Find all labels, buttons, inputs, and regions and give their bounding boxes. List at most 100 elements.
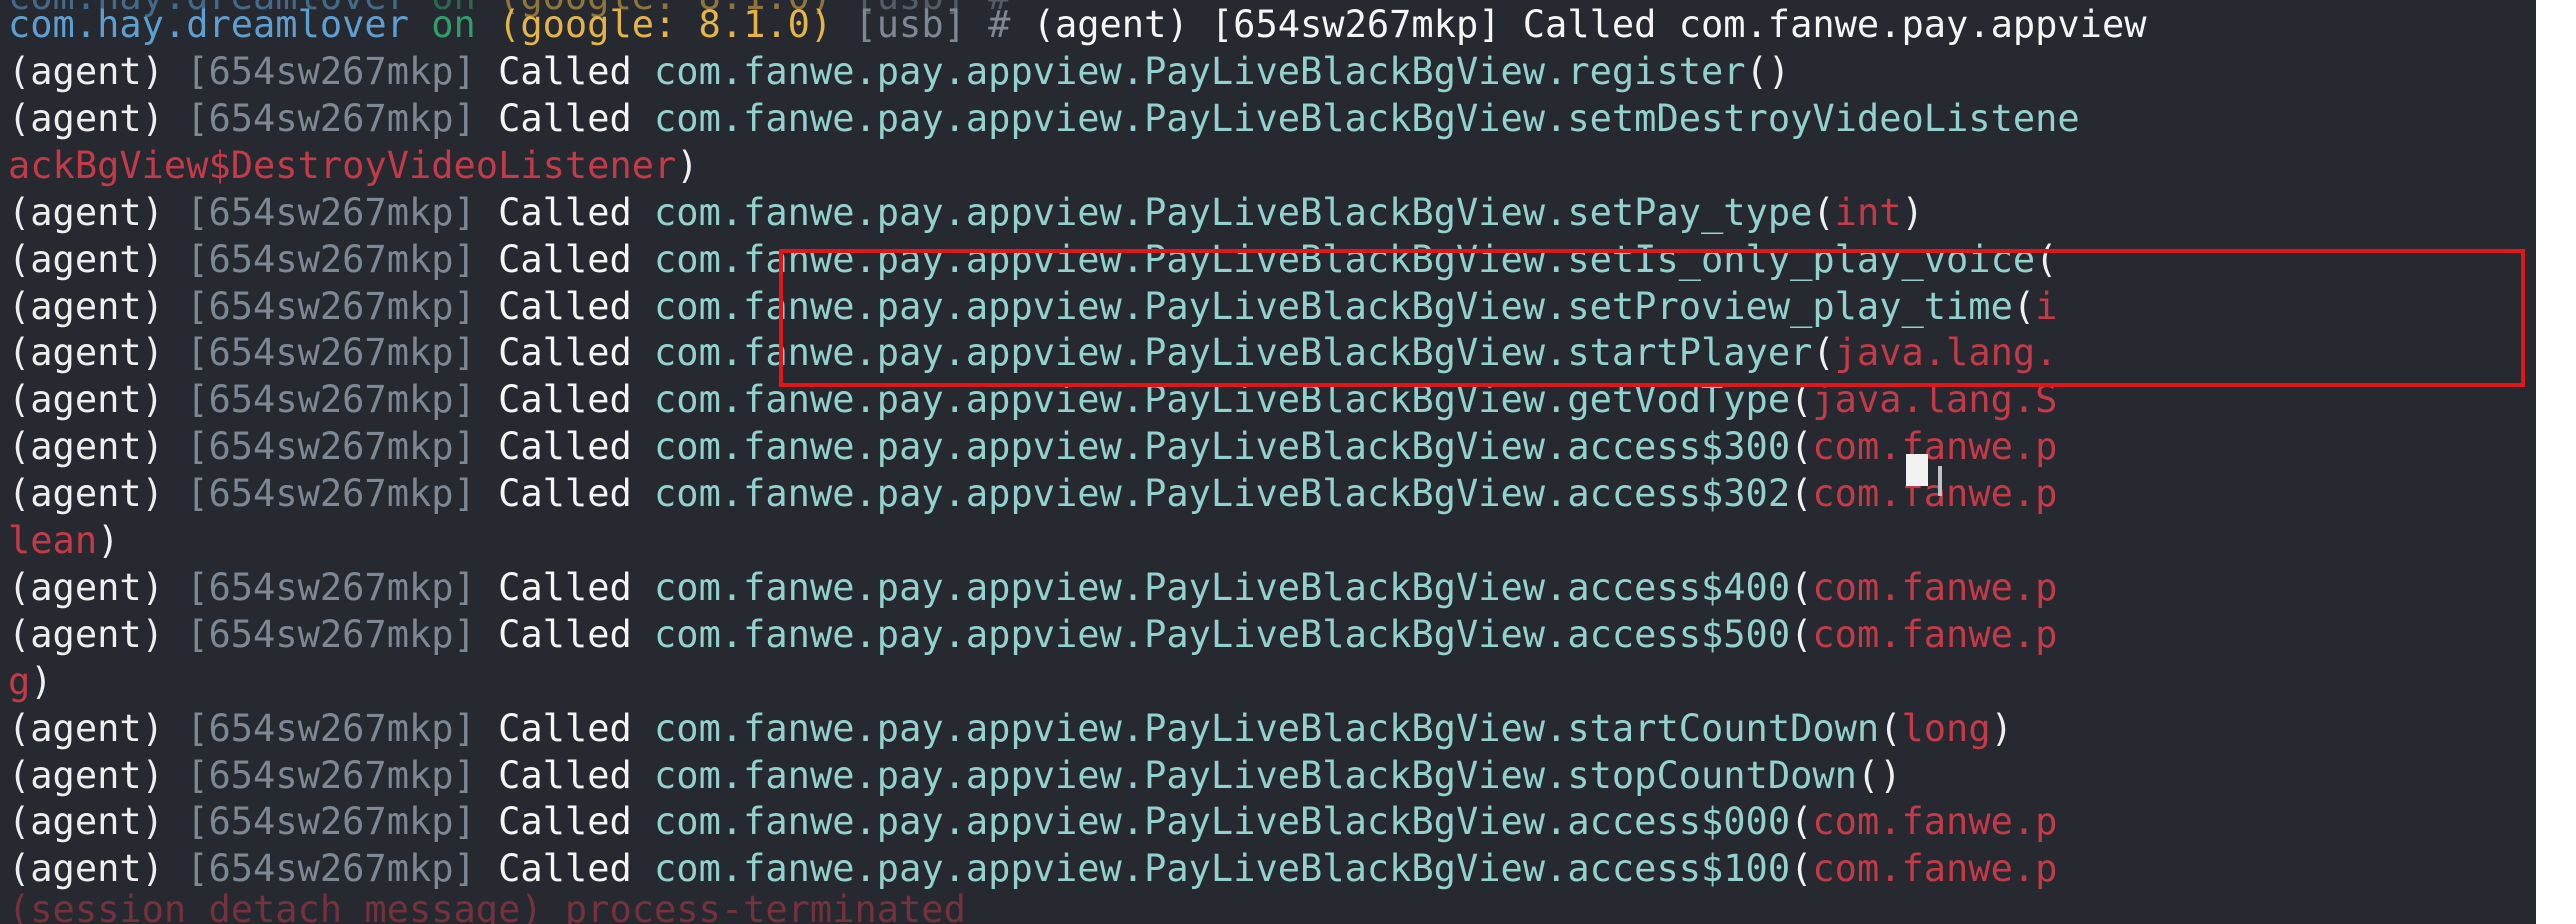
terminal-line: (agent) [654sw267mkp] Called com.fanwe.p… <box>8 424 2057 470</box>
method-args: com.fanwe.p <box>1812 472 2058 515</box>
device-id: [654sw267mkp] <box>186 754 476 797</box>
prompt-conn: [usb] # <box>832 3 1033 46</box>
terminal-cursor <box>1906 454 1928 486</box>
wrapped-text: ackBgView$DestroyVideoListener <box>8 144 677 187</box>
close-paren: ) <box>676 144 699 187</box>
agent-tag: (agent) <box>8 378 164 421</box>
called-label: Called <box>498 285 632 328</box>
device-id: [654sw267mkp] <box>186 331 476 374</box>
method-name: com.fanwe.pay.appview.PayLiveBlackBgView… <box>654 472 1791 515</box>
agent-tag: (agent) <box>8 331 164 374</box>
agent-tag: (agent) <box>8 613 164 656</box>
method-name: com.fanwe.pay.appview.PayLiveBlackBgView… <box>654 191 1813 234</box>
device-id: [654sw267mkp] <box>186 800 476 843</box>
method-name: com.fanwe.pay.appview.PayLiveBlackBgView… <box>654 566 1791 609</box>
called-label: Called <box>498 847 632 890</box>
called-label: Called <box>498 566 632 609</box>
device-id: [654sw267mkp] <box>186 97 476 140</box>
terminal-line: lean) <box>8 518 119 564</box>
open-paren: ( <box>1856 754 1880 797</box>
open-paren: ( <box>1812 191 1835 234</box>
device-id: [654sw267mkp] <box>186 472 476 515</box>
called-label: Called <box>498 50 632 93</box>
device-id: [654sw267mkp] <box>186 847 476 890</box>
method-args: com.fanwe.p <box>1812 566 2058 609</box>
agent-tag: (agent) <box>8 285 164 328</box>
wrapped-text: (session detach message) process-termina… <box>8 888 966 924</box>
device-id: [654sw267mkp] <box>186 378 476 421</box>
prompt-on: on <box>408 3 499 46</box>
agent-tag: (agent) <box>8 800 164 843</box>
called-label: Called <box>498 613 632 656</box>
device-id: [654sw267mkp] <box>186 425 476 468</box>
open-paren: ( <box>1879 707 1902 750</box>
app-package: com.hay.dreamlover <box>8 3 409 46</box>
window-edge <box>2536 0 2576 924</box>
open-paren: ( <box>1790 472 1813 515</box>
terminal-window[interactable]: com.hay.dreamlover on (google: 8.1.0) [u… <box>0 0 2536 924</box>
terminal-line: com.hay.dreamlover on (google: 8.1.0) [u… <box>8 2 2147 48</box>
called-label: Called <box>498 191 632 234</box>
called-label: Called <box>498 472 632 515</box>
agent-tag: (agent) <box>8 97 164 140</box>
method-name: com.fanwe.pay.appview.PayLiveBlackBgView… <box>654 97 2080 140</box>
highlight-annotation-box <box>779 249 2525 387</box>
terminal-line: (agent) [654sw267mkp] Called com.fanwe.p… <box>8 706 2013 752</box>
agent-tag: (agent) <box>8 566 164 609</box>
called-label: Called <box>498 378 632 421</box>
close-paren: ) <box>97 519 120 562</box>
terminal-line: (agent) [654sw267mkp] Called com.fanwe.p… <box>8 753 1902 799</box>
open-paren: ( <box>1745 50 1768 93</box>
method-name: com.fanwe.pay.appview.PayLiveBlackBgView… <box>654 425 1791 468</box>
close-paren: ) <box>1767 50 1791 93</box>
open-paren: ( <box>1790 566 1813 609</box>
terminal-line: (agent) [654sw267mkp] Called com.fanwe.p… <box>8 96 2080 142</box>
open-paren: ( <box>1790 425 1813 468</box>
close-paren: ) <box>1901 191 1924 234</box>
agent-tag: (agent) <box>8 847 164 890</box>
device-id: [654sw267mkp] <box>186 566 476 609</box>
method-args: int <box>1834 191 1902 234</box>
terminal-line: (agent) [654sw267mkp] Called com.fanwe.p… <box>8 565 2057 611</box>
method-name: com.fanwe.pay.appview.PayLiveBlackBgView… <box>654 847 1791 890</box>
terminal-line: g) <box>8 659 53 705</box>
agent-tag: (agent) <box>8 50 164 93</box>
device-id: [654sw267mkp] <box>186 238 476 281</box>
device-id: [654sw267mkp] <box>186 707 476 750</box>
terminal-line: (agent) [654sw267mkp] Called com.fanwe.p… <box>8 190 1924 236</box>
terminal-line: (agent) [654sw267mkp] Called com.fanwe.p… <box>8 471 2057 517</box>
close-paren: ) <box>1879 754 1902 797</box>
method-args: long <box>1901 707 1991 750</box>
agent-tag: (agent) <box>8 238 164 281</box>
log-text: (agent) [654sw267mkp] Called com.fanwe.p… <box>1032 3 2147 46</box>
method-args: com.fanwe.p <box>1812 800 2058 843</box>
method-name: com.fanwe.pay.appview.PayLiveBlackBgView… <box>654 50 1746 93</box>
mouse-text-cursor-icon <box>1938 466 1942 496</box>
device-id: [654sw267mkp] <box>186 191 476 234</box>
agent-tag: (agent) <box>8 754 164 797</box>
open-paren: ( <box>1790 847 1813 890</box>
terminal-line: ackBgView$DestroyVideoListener) <box>8 143 699 189</box>
method-name: com.fanwe.pay.appview.PayLiveBlackBgView… <box>654 800 1791 843</box>
wrapped-text: lean <box>8 519 98 562</box>
method-args: com.fanwe.p <box>1812 847 2058 890</box>
close-paren: ) <box>1990 707 2013 750</box>
called-label: Called <box>498 707 632 750</box>
terminal-line: (agent) [654sw267mkp] Called com.fanwe.p… <box>8 612 2057 658</box>
agent-tag: (agent) <box>8 707 164 750</box>
terminal-line: (session detach message) process-termina… <box>8 887 966 924</box>
terminal-line: (agent) [654sw267mkp] Called com.fanwe.p… <box>8 846 2057 892</box>
called-label: Called <box>498 97 632 140</box>
called-label: Called <box>498 754 632 797</box>
called-label: Called <box>498 238 632 281</box>
close-paren: ) <box>30 660 53 703</box>
open-paren: ( <box>1790 613 1813 656</box>
device-id: [654sw267mkp] <box>186 613 476 656</box>
method-name: com.fanwe.pay.appview.PayLiveBlackBgView… <box>654 613 1791 656</box>
agent-tag: (agent) <box>8 472 164 515</box>
terminal-line: (agent) [654sw267mkp] Called com.fanwe.p… <box>8 49 1790 95</box>
wrapped-text: g <box>8 660 31 703</box>
open-paren: ( <box>1790 800 1813 843</box>
method-args: com.fanwe.p <box>1812 613 2058 656</box>
agent-tag: (agent) <box>8 191 164 234</box>
